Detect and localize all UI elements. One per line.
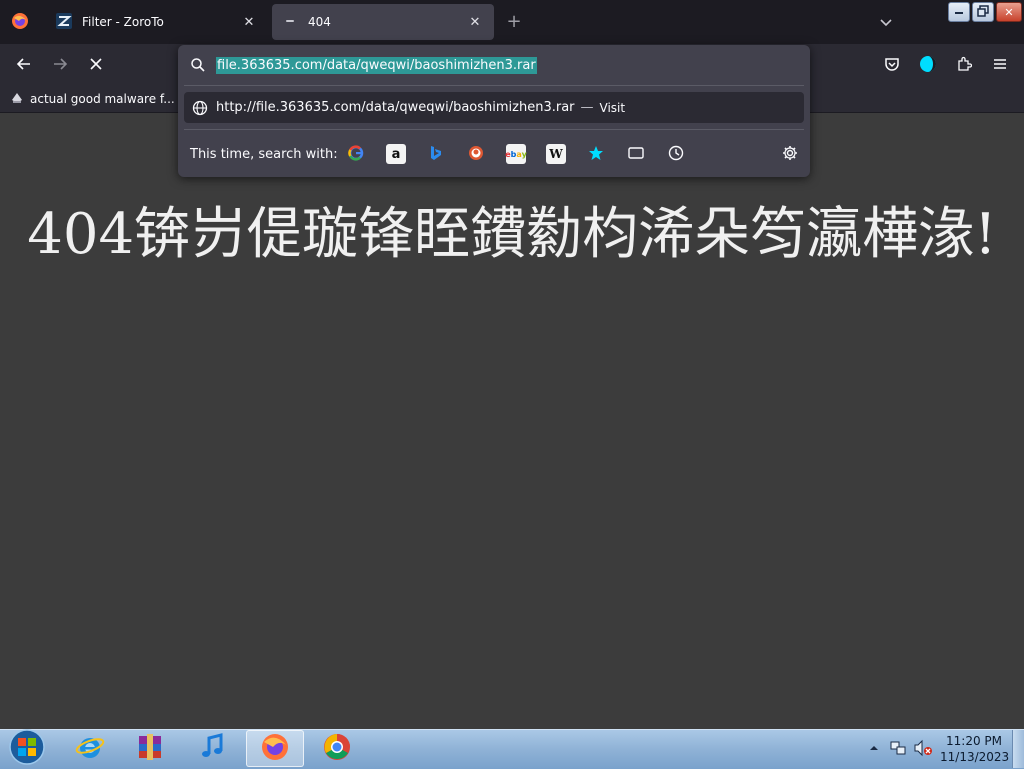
forward-button[interactable]	[47, 52, 73, 78]
urlbar[interactable]: file.363635.com/data/qweqwi/baoshimizhen…	[178, 45, 810, 85]
taskbar-internet-explorer[interactable]	[61, 730, 119, 767]
winrar-icon	[135, 732, 165, 765]
show-desktop-button[interactable]	[1012, 730, 1024, 768]
amazon-search-button[interactable]: a	[386, 144, 406, 164]
menu-button[interactable]	[987, 52, 1013, 78]
pocket-icon	[884, 56, 900, 75]
divider	[184, 85, 804, 86]
stop-button[interactable]	[83, 52, 109, 78]
wikipedia-search-button[interactable]: W	[546, 144, 566, 164]
clock-time: 11:20 PM	[946, 734, 1002, 748]
search-with-label: This time, search with:	[190, 147, 338, 162]
start-button[interactable]	[0, 728, 54, 769]
zoroto-favicon-icon	[56, 12, 72, 32]
tabs-search-button[interactable]	[626, 144, 646, 164]
clock-date: 11/13/2023	[940, 750, 1010, 764]
bookmark-label: actual good malware f...	[30, 92, 175, 106]
loading-icon	[282, 13, 298, 32]
taskbar-winrar[interactable]	[121, 730, 179, 767]
window-controls: ✕	[948, 2, 1024, 24]
new-tab-button[interactable]: +	[504, 12, 524, 32]
tab-404[interactable]: 404 ✕	[272, 4, 494, 40]
wikipedia-icon: W	[549, 147, 563, 161]
firefox-view-button[interactable]	[0, 4, 40, 40]
amazon-icon: a	[391, 146, 401, 162]
close-icon[interactable]: ✕	[240, 13, 258, 31]
globe-icon	[192, 100, 208, 116]
history-search-button[interactable]	[666, 144, 686, 164]
list-all-tabs-button[interactable]	[876, 12, 896, 32]
restore-icon	[977, 4, 989, 20]
close-icon[interactable]: ✕	[466, 13, 484, 31]
windows-start-icon	[8, 728, 46, 769]
bing-search-button[interactable]	[426, 144, 446, 164]
url-suggestion[interactable]: http://file.363635.com/data/qweqwi/baosh…	[184, 92, 804, 123]
bookmark-item[interactable]: actual good malware f...	[10, 89, 175, 109]
account-button[interactable]	[915, 52, 941, 78]
chevron-up-icon	[867, 744, 881, 758]
tab-label: Filter - ZoroTo	[82, 15, 164, 29]
restore-button[interactable]	[972, 2, 994, 22]
ebay-icon: ebay	[505, 149, 527, 159]
arrow-right-icon	[52, 56, 68, 75]
url-text: file.363635.com/data/qweqwi/baoshimizhen…	[216, 56, 537, 74]
duckduckgo-icon	[468, 145, 484, 164]
volume-tray-button[interactable]	[913, 739, 933, 757]
search-icon	[190, 57, 206, 73]
network-icon	[889, 741, 907, 760]
back-button[interactable]	[11, 52, 37, 78]
google-search-button[interactable]	[346, 144, 366, 164]
show-hidden-icons-button[interactable]	[867, 741, 881, 755]
minimize-icon	[954, 5, 964, 19]
tab-icon	[628, 146, 644, 163]
search-settings-button[interactable]	[780, 144, 800, 164]
firefox-icon	[260, 732, 290, 765]
internet-explorer-icon	[75, 732, 105, 765]
hamburger-icon	[993, 57, 1007, 74]
chevron-down-icon	[876, 19, 896, 35]
taskbar-itunes[interactable]	[183, 730, 241, 767]
bookmark-favicon-icon	[10, 91, 24, 108]
volume-muted-icon	[913, 739, 933, 760]
chrome-icon	[322, 732, 352, 765]
music-note-icon	[197, 732, 227, 765]
google-icon	[348, 144, 364, 164]
duckduckgo-search-button[interactable]	[466, 144, 486, 164]
account-icon	[919, 55, 937, 76]
ebay-search-button[interactable]: ebay	[505, 144, 527, 164]
pocket-button[interactable]	[879, 52, 905, 78]
divider	[184, 129, 804, 130]
firefox-icon	[11, 12, 29, 33]
url-input[interactable]: file.363635.com/data/qweqwi/baoshimizhen…	[216, 56, 537, 74]
network-tray-button[interactable]	[889, 739, 907, 757]
page-heading: 404锛岃偍璇锋眰鐨勬枃浠朵笉瀛樺湪!	[27, 202, 997, 267]
suggestion-separator: —	[580, 100, 594, 115]
bing-icon	[429, 145, 443, 164]
tab-filter-zoroto[interactable]: Filter - ZoroTo ✕	[46, 4, 268, 40]
gear-icon	[782, 145, 798, 164]
suggestion-url: http://file.363635.com/data/qweqwi/baosh…	[216, 100, 575, 115]
clock-icon	[668, 145, 684, 164]
taskbar-firefox[interactable]	[246, 730, 304, 767]
star-icon	[588, 145, 604, 164]
system-clock[interactable]: 11:20 PM 11/13/2023	[940, 733, 1010, 765]
close-icon	[89, 57, 103, 74]
close-window-button[interactable]: ✕	[996, 2, 1022, 22]
taskbar-chrome[interactable]	[308, 730, 366, 767]
suggestion-action: Visit	[599, 100, 626, 115]
tab-label: 404	[308, 15, 331, 29]
bookmarks-search-button[interactable]	[586, 144, 606, 164]
arrow-left-icon	[16, 56, 32, 75]
puzzle-icon	[956, 56, 973, 75]
minimize-button[interactable]	[948, 2, 970, 22]
close-icon: ✕	[1004, 5, 1014, 19]
extensions-button[interactable]	[951, 52, 977, 78]
